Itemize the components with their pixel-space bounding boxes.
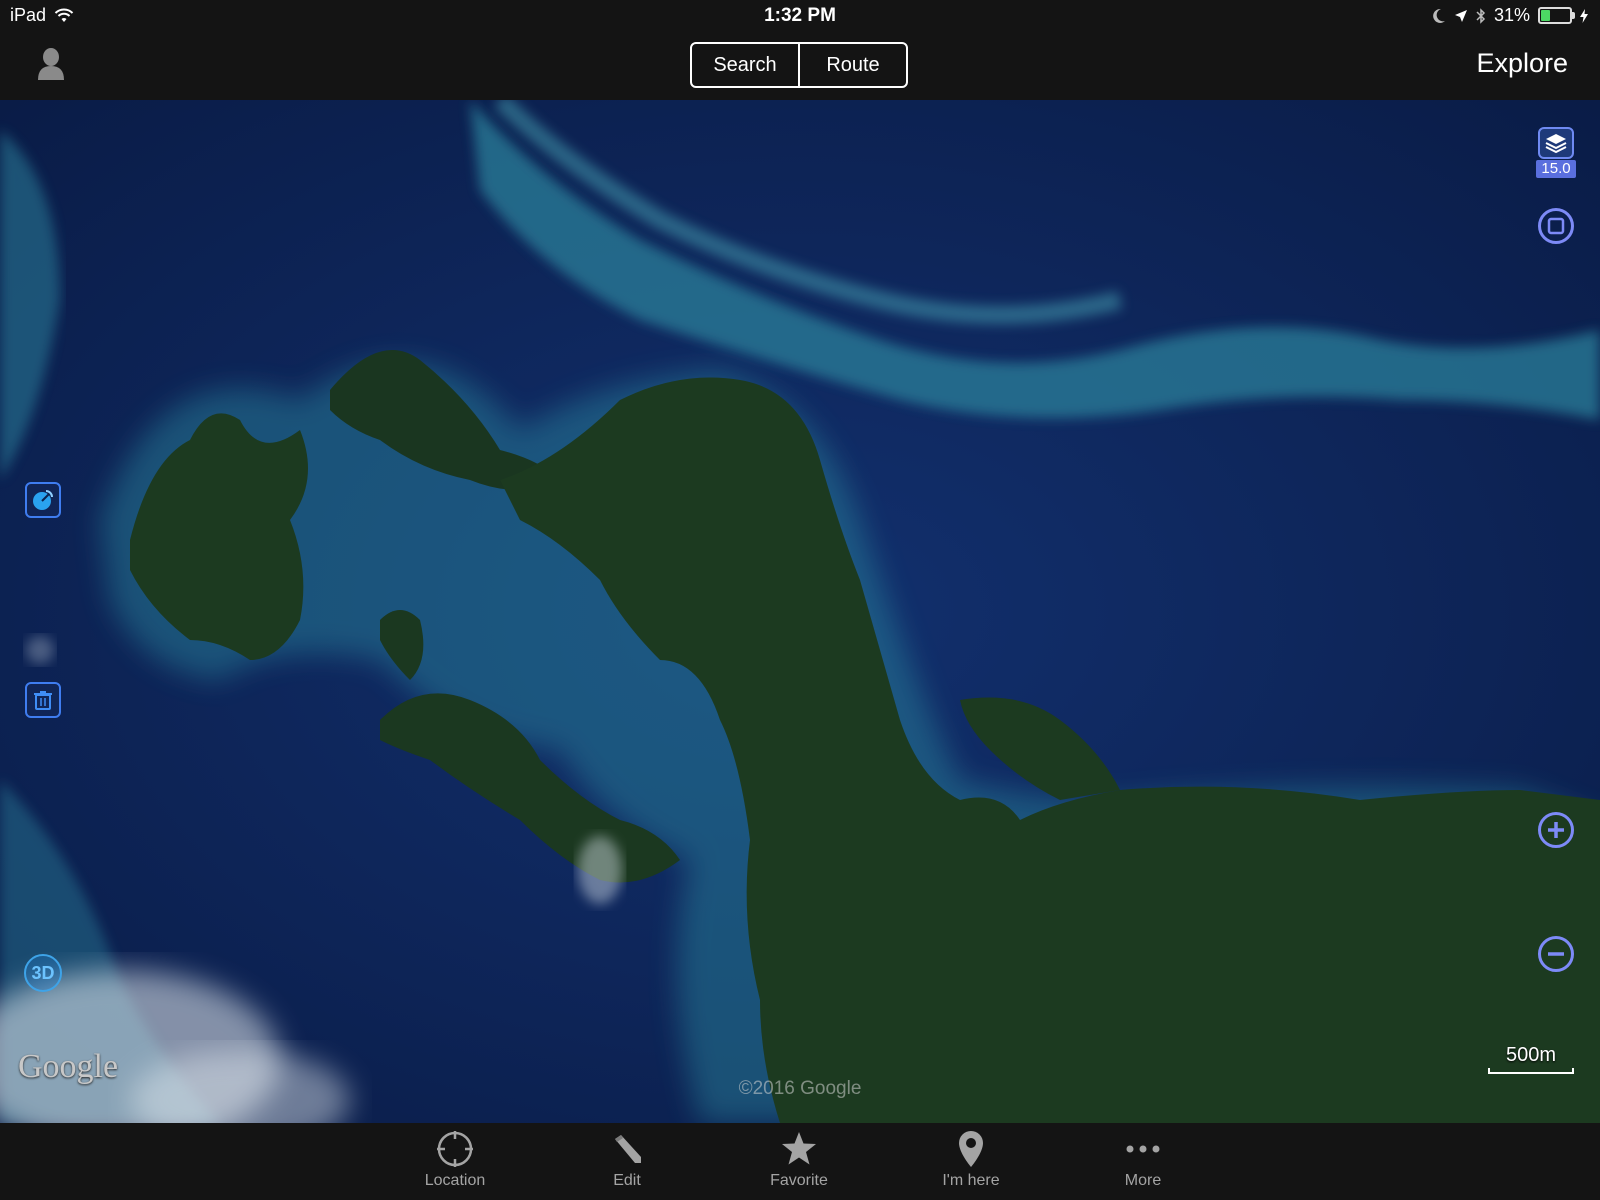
zoom-in-button[interactable]: [1538, 812, 1574, 848]
tab-more[interactable]: More: [1088, 1129, 1198, 1197]
pin-icon: [959, 1131, 983, 1167]
search-route-segmented-control: Search Route: [690, 42, 908, 88]
satellite-map[interactable]: 3D 15.0 Google ©2016 Google 500m: [0, 100, 1600, 1123]
charging-bolt-icon: [1580, 8, 1588, 23]
tab-location[interactable]: Location: [400, 1129, 510, 1197]
explore-button[interactable]: Explore: [1476, 48, 1568, 79]
status-bar: iPad 1:32 PM 31%: [0, 0, 1600, 34]
satellite-imagery: [0, 100, 1600, 1123]
trash-icon: [34, 691, 52, 710]
scale-line: [1488, 1068, 1574, 1074]
tab-more-label: More: [1124, 1172, 1162, 1189]
pencil-icon: [615, 1135, 641, 1163]
zoom-level-badge: 15.0: [1536, 160, 1576, 178]
tab-bar: Location Edit Favorite I'm here More: [0, 1123, 1600, 1200]
bluetooth-icon: [1476, 7, 1486, 24]
tab-favorite[interactable]: Favorite: [744, 1129, 854, 1197]
tab-im-here-label: I'm here: [942, 1172, 1000, 1189]
segment-route[interactable]: Route: [798, 44, 906, 86]
nav-bar: Search Route Explore: [0, 34, 1600, 100]
plus-icon: [1548, 822, 1564, 838]
user-avatar-icon[interactable]: [36, 46, 66, 82]
segment-search[interactable]: Search: [692, 44, 798, 86]
location-arrow-icon: [1454, 9, 1467, 22]
battery-icon: [1538, 7, 1575, 24]
scale-bar: 500m: [1486, 1044, 1576, 1076]
compass-rotate-button[interactable]: [25, 482, 61, 518]
scale-label: 500m: [1505, 1044, 1557, 1066]
delete-button[interactable]: [25, 682, 61, 718]
ellipsis-icon: [1126, 1145, 1160, 1153]
tab-location-label: Location: [424, 1172, 486, 1189]
tab-favorite-label: Favorite: [770, 1172, 828, 1189]
status-time: 1:32 PM: [764, 5, 836, 26]
zoom-out-button[interactable]: [1538, 936, 1574, 972]
toggle-3d-button[interactable]: 3D: [24, 954, 62, 992]
minus-icon: [1548, 952, 1564, 956]
map-copyright: ©2016 Google: [738, 1078, 862, 1099]
crosshair-icon: [437, 1131, 473, 1167]
moon-icon: [1433, 8, 1445, 23]
square-frame-icon: [1547, 217, 1565, 235]
tab-edit[interactable]: Edit: [572, 1129, 682, 1197]
fullscreen-button[interactable]: [1538, 208, 1574, 244]
layers-button[interactable]: [1538, 127, 1574, 159]
battery-percent: 31%: [1493, 5, 1530, 25]
satellite-dish-icon: [33, 490, 53, 510]
tab-edit-label: Edit: [613, 1172, 641, 1189]
tab-im-here[interactable]: I'm here: [916, 1129, 1026, 1197]
layers-icon: [1545, 134, 1567, 154]
star-icon: [782, 1132, 816, 1165]
status-right: 31%: [1432, 5, 1588, 26]
